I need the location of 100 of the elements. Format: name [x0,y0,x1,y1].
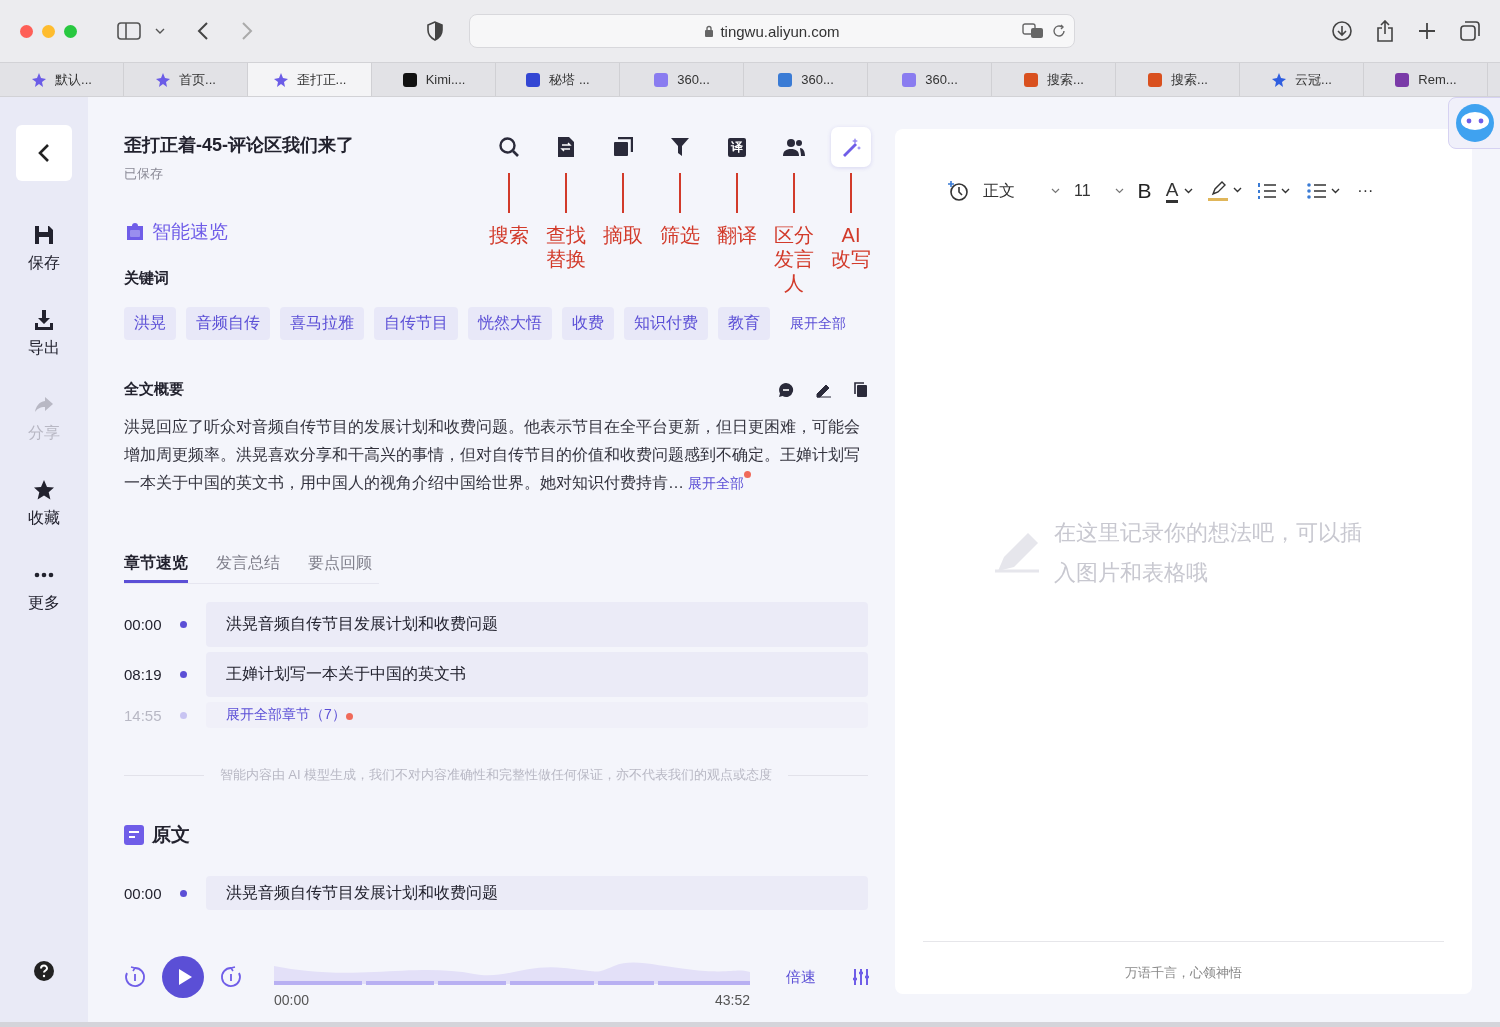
keyword-tag[interactable]: 教育 [718,307,770,340]
annotation-label: 摘取 [602,223,644,247]
expand-chapters-link[interactable]: 展开全部章节（7） [226,706,346,724]
help-icon[interactable] [33,960,55,982]
speed-button[interactable]: 倍速 [786,967,816,987]
reload-icon[interactable] [1052,24,1066,38]
keywords-label: 关键词 [124,269,170,288]
assistant-button[interactable] [1448,97,1500,149]
new-tab-icon[interactable] [1418,22,1436,40]
keyword-tag[interactable]: 音频自传 [186,307,270,340]
keyword-tag[interactable]: 恍然大悟 [468,307,552,340]
chapter-tab[interactable]: 发言总结 [216,553,280,583]
more-button[interactable]: ··· [1357,182,1374,200]
document-swap-icon [557,136,575,158]
sidebar-item[interactable]: 收藏 [28,478,60,529]
browser-tab[interactable]: 歪打正... [248,63,372,96]
section-heading: 原文 [152,823,190,847]
sidebar-item[interactable]: 更多 [28,563,60,614]
sidebar-item[interactable]: 保存 [28,223,60,274]
annotation-line [565,173,567,213]
chapter-time: 14:55 [124,706,163,724]
more-icon [32,572,56,578]
browser-tab[interactable]: 360... [868,63,992,96]
url-text: tingwu.aliyun.com [720,22,840,40]
browser-tab[interactable]: 秘塔 ... [496,63,620,96]
keyword-tag[interactable]: 洪晃 [124,307,176,340]
total-time: 43:52 [714,992,750,1008]
rewrite-tool-button[interactable] [831,127,871,167]
chapter-item[interactable]: 洪晃音频自传节目发展计划和收费问题 [206,602,868,647]
chapter-item[interactable]: 王婵计划写一本关于中国的英文书 [206,652,868,697]
keyword-tag[interactable]: 喜马拉雅 [280,307,364,340]
summary-text: 洪晃回应了听众对音频自传节目的发展计划和收费问题。他表示节目在全平台更新，但日更困难，可能会增加周更频率。洪晃喜欢分享和干高兴的事情，但对自传节目的价值和收费问题感到不确定。王婵计划写一本关于中国的英文书，用中国人的视角介绍中国给世界。她对知识付费持肯… 展开全部 [124,417,861,493]
current-time: 00:00 [274,992,310,1008]
comment-icon[interactable] [778,381,794,398]
play-button[interactable] [162,956,204,998]
highlighter-icon[interactable] [1207,180,1244,202]
annotation-label: 翻译 [716,223,758,247]
share-icon[interactable] [1376,20,1394,42]
play-icon [177,968,193,986]
annotation-line [679,173,681,213]
browser-tab[interactable]: 云冠... [1240,63,1364,96]
browser-tab[interactable]: Kimi.... [372,63,496,96]
address-bar[interactable]: tingwu.aliyun.com [469,14,1075,48]
browser-tab[interactable]: 360... [744,63,868,96]
chevron-down-icon[interactable] [155,28,165,34]
favicon-icon [1271,71,1288,88]
translate-tool-button[interactable]: 译 [717,127,757,167]
keyword-tag[interactable]: 自传节目 [374,307,458,340]
annotation-label: AI改写 [830,223,872,271]
browser-tab[interactable]: Rem... [1364,63,1488,96]
document-icon [124,825,144,845]
close-button[interactable] [20,24,33,38]
browser-tab[interactable]: 搜索... [992,63,1116,96]
tabs-overview-icon[interactable] [1460,21,1480,41]
equalizer-icon[interactable] [852,968,870,986]
timeline-dot [180,671,187,678]
back-icon[interactable] [197,22,209,40]
notification-dot [744,471,752,478]
translate-icon[interactable] [1022,23,1044,39]
expand-all-link[interactable]: 展开全部 [688,475,745,491]
annotation-label: 查找替换 [545,223,587,271]
text-style-dropdown[interactable]: 正文 [983,180,1060,202]
chapter-time: 00:00 [124,616,163,633]
chapter-time: 08:19 [124,666,163,683]
search-icon [498,136,520,158]
browser-tab[interactable]: 默认... [0,63,124,96]
font-size-dropdown[interactable]: 11 [1074,182,1124,200]
copy-icon[interactable] [854,381,868,398]
annotation-line [508,173,510,213]
rewind-icon[interactable] [124,966,146,988]
keyword-tag[interactable]: 知识付费 [624,307,708,340]
annotation-label: 区分发言人 [773,223,815,295]
transcript-item[interactable]: 洪晃音频自传节目发展计划和收费问题 [206,876,868,910]
annotation-line [793,173,795,213]
timeline-dot [180,621,187,628]
favicon-icon [1147,71,1164,88]
keyword-tag[interactable]: 收费 [562,307,614,340]
timeline-dot [180,711,187,719]
chapter-tab[interactable]: 章节速览 [124,553,188,583]
chapter-tab[interactable]: 要点回顾 [308,553,372,583]
expand-all-link[interactable]: 展开全部 [790,314,846,333]
history-icon[interactable] [947,180,969,202]
annotation-line [622,173,624,213]
magic-wand-icon [841,137,861,157]
annotation-line [850,173,852,213]
shield-icon[interactable] [427,21,443,41]
sidebar-item[interactable]: 导出 [28,308,60,359]
chevron-left-icon [38,143,50,163]
sidebar-toggle-icon[interactable] [117,22,141,40]
summary-label: 全文概要 [124,380,184,399]
save-status: 已保存 [124,165,164,183]
browser-tab[interactable]: 360... [620,63,744,96]
download-icon[interactable] [1332,21,1352,41]
font-color-button[interactable]: A [1165,179,1194,203]
forward-icon[interactable] [220,966,242,988]
filter-icon [670,137,690,157]
bold-button[interactable]: B [1137,179,1152,203]
browser-tab[interactable]: 搜索... [1116,63,1240,96]
copy-stack-icon [613,137,633,157]
mascot-icon [1455,103,1495,143]
